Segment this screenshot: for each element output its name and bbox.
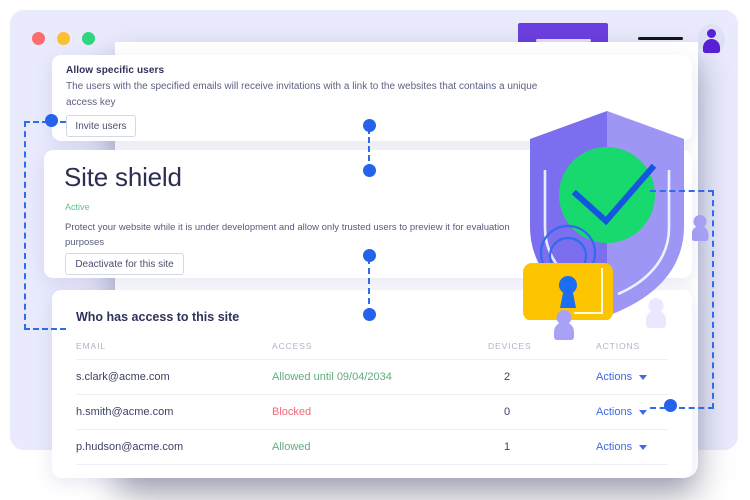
status-badge: Active xyxy=(65,202,90,212)
annotation-dot xyxy=(664,399,677,412)
row-actions-button[interactable]: Actions xyxy=(596,441,647,453)
chevron-down-icon xyxy=(639,375,647,380)
annotation-connector xyxy=(368,258,370,314)
window-controls[interactable] xyxy=(32,32,95,45)
cell-email: s.clark@acme.com xyxy=(76,371,170,383)
table-title: Who has access to this site xyxy=(76,310,239,324)
chevron-down-icon xyxy=(639,410,647,415)
column-header-devices: DEVICES xyxy=(488,341,532,351)
row-actions-button[interactable]: Actions xyxy=(596,371,647,383)
card-title: Allow specific users xyxy=(66,65,164,76)
keyhole-icon xyxy=(645,298,667,328)
row-actions-label: Actions xyxy=(596,406,632,418)
table-row: p.hudson@acme.com Allowed 1 Actions xyxy=(76,429,668,465)
keyhole-body-icon xyxy=(646,310,666,328)
chevron-down-icon xyxy=(639,445,647,450)
maximize-window-button[interactable] xyxy=(82,32,95,45)
keyhole-icon xyxy=(553,310,575,340)
annotation-dot xyxy=(363,164,376,177)
column-header-email: EMAIL xyxy=(76,341,106,351)
annotation-dot xyxy=(363,249,376,262)
table-row: s.clark@acme.com Allowed until 09/04/203… xyxy=(76,359,668,395)
cell-access: Allowed xyxy=(272,441,311,453)
cell-access: Allowed until 09/04/2034 xyxy=(272,371,392,383)
annotation-dot xyxy=(363,119,376,132)
keyhole-body-icon xyxy=(554,322,574,340)
shield-description: Protect your website while it is under d… xyxy=(65,220,515,250)
cell-email: h.smith@acme.com xyxy=(76,406,173,418)
row-actions-button[interactable]: Actions xyxy=(596,406,647,418)
row-actions-label: Actions xyxy=(596,371,632,383)
column-header-access: ACCESS xyxy=(272,341,312,351)
table-bottom-divider xyxy=(76,464,668,465)
cell-access: Blocked xyxy=(272,406,311,418)
cell-devices: 0 xyxy=(504,406,510,418)
annotation-dot xyxy=(45,114,58,127)
cell-email: p.hudson@acme.com xyxy=(76,441,183,453)
minimize-window-button[interactable] xyxy=(57,32,70,45)
header-menu-line-icon[interactable] xyxy=(638,37,683,40)
table-row: h.smith@acme.com Blocked 0 Actions xyxy=(76,394,668,430)
cell-devices: 1 xyxy=(504,441,510,453)
close-window-button[interactable] xyxy=(32,32,45,45)
column-header-actions: ACTIONS xyxy=(596,341,640,351)
card-description: The users with the specified emails will… xyxy=(66,79,566,111)
annotation-dot xyxy=(363,308,376,321)
page-title: Site shield xyxy=(64,162,182,193)
avatar-head-icon xyxy=(707,29,716,38)
row-actions-label: Actions xyxy=(596,441,632,453)
deactivate-for-this-site-button[interactable]: Deactivate for this site xyxy=(65,253,184,275)
annotation-bracket-left xyxy=(24,121,66,330)
invite-users-button[interactable]: Invite users xyxy=(66,115,136,137)
avatar-body-icon xyxy=(703,39,720,53)
screenshot-root: Allow specific users The users with the … xyxy=(0,0,750,500)
cell-devices: 2 xyxy=(504,371,510,383)
table-header-row: EMAIL ACCESS DEVICES ACTIONS xyxy=(76,341,668,359)
avatar[interactable] xyxy=(698,24,725,55)
